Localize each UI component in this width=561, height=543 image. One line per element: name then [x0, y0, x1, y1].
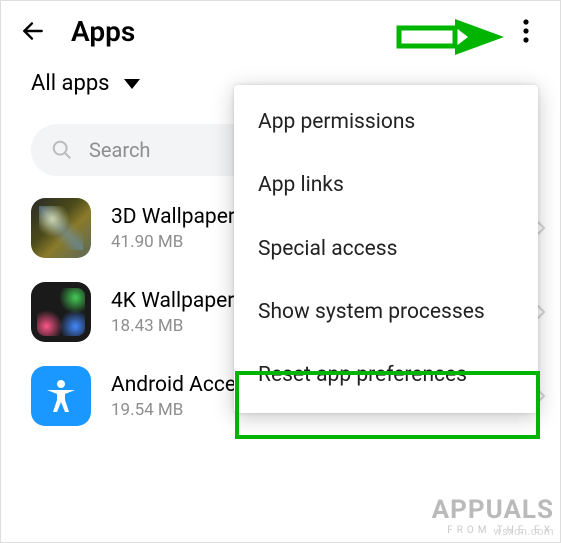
watermark-url: wsxdn.com [493, 525, 554, 538]
page-title: Apps [71, 15, 512, 48]
filter-label: All apps [31, 71, 110, 96]
menu-item-reset-preferences[interactable]: Reset app preferences [234, 344, 538, 407]
menu-item-show-system[interactable]: Show system processes [234, 281, 538, 344]
accessibility-icon [41, 376, 81, 416]
back-arrow-icon [20, 18, 46, 44]
watermark: APPUALS FROM THE EX wsxdn.com [432, 495, 554, 536]
app-icon [31, 282, 91, 342]
overflow-menu-popup: App permissions App links Special access… [234, 85, 538, 413]
app-icon [31, 366, 91, 426]
more-vert-icon [523, 19, 529, 43]
menu-item-special-access[interactable]: Special access [234, 218, 538, 281]
app-icon [31, 198, 91, 258]
dropdown-icon [124, 79, 140, 89]
header-bar: Apps [1, 1, 560, 61]
search-icon [51, 139, 73, 161]
back-button[interactable] [19, 17, 47, 45]
overflow-menu-button[interactable] [512, 17, 540, 45]
watermark-text: APPUALS [432, 495, 554, 525]
search-placeholder: Search [89, 138, 150, 162]
menu-item-app-permissions[interactable]: App permissions [234, 91, 538, 154]
menu-item-app-links[interactable]: App links [234, 154, 538, 217]
